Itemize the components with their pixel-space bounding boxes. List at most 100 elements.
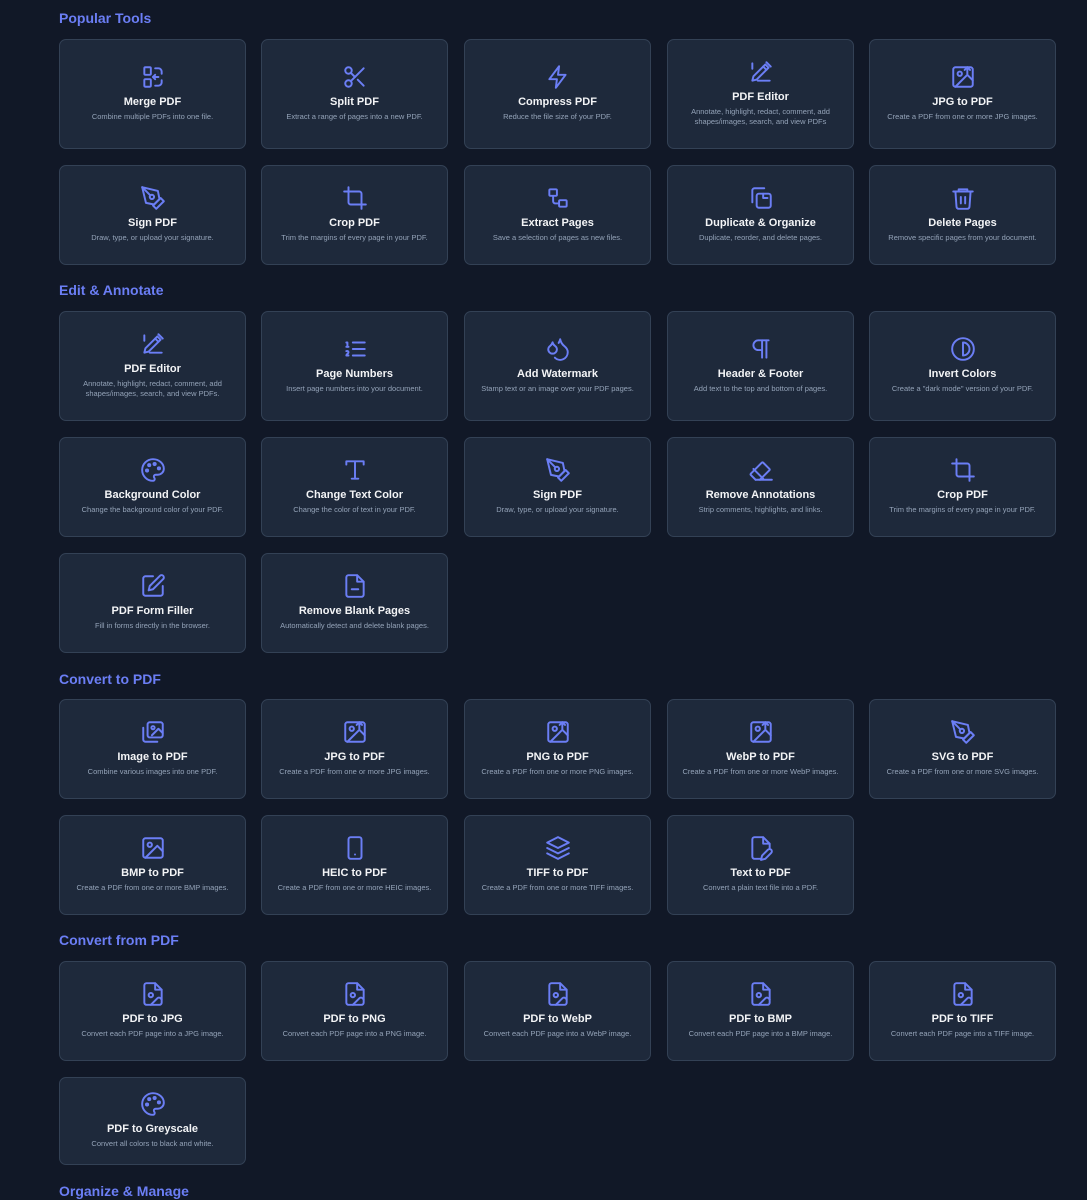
tool-card-title: Sign PDF: [533, 488, 582, 501]
palette-icon: [140, 457, 166, 483]
tool-card-pdf-editor[interactable]: PDF Editor Annotate, highlight, redact, c…: [667, 39, 854, 149]
image-upload-icon: [342, 719, 368, 745]
tool-card-description: Create a "dark mode" version of your PDF…: [891, 383, 1034, 393]
droplets-icon: [545, 336, 571, 362]
tool-card-description: Draw, type, or upload your signature.: [496, 504, 619, 514]
numbered-list-icon: [342, 336, 368, 362]
tool-card-crop-pdf[interactable]: Crop PDF Trim the margins of every page i…: [261, 165, 448, 265]
images-icon: [140, 719, 166, 745]
tool-card-title: Image to PDF: [117, 750, 188, 763]
tool-card-jpg-to-pdf[interactable]: JPG to PDF Create a PDF from one or more …: [261, 699, 448, 799]
tool-card-title: SVG to PDF: [931, 750, 994, 763]
tool-card-bmp-to-pdf[interactable]: BMP to PDF Create a PDF from one or more …: [59, 815, 246, 915]
copy-icon: [748, 185, 774, 211]
tool-card-extract-pages[interactable]: Extract Pages Save a selection of pages a…: [464, 165, 651, 265]
tool-card-title: Crop PDF: [937, 488, 988, 501]
tool-card-title: HEIC to PDF: [322, 866, 387, 879]
tool-row: Background Color Change the background co…: [59, 437, 1056, 537]
tool-row: Image to PDF Combine various images into …: [59, 699, 1056, 799]
tool-card-invert-colors[interactable]: Invert Colors Create a "dark mode" versio…: [869, 311, 1056, 421]
crop-icon: [950, 457, 976, 483]
tool-card-crop-pdf[interactable]: Crop PDF Trim the margins of every page i…: [869, 437, 1056, 537]
layers-icon: [545, 835, 571, 861]
tool-card-description: Convert each PDF page into a JPG image.: [81, 1028, 224, 1038]
tool-row: Merge PDF Combine multiple PDFs into one …: [59, 39, 1056, 149]
tool-card-change-text-color[interactable]: Change Text Color Change the color of tex…: [261, 437, 448, 537]
tool-card-background-color[interactable]: Background Color Change the background co…: [59, 437, 246, 537]
tool-card-description: Create a PDF from one or more PNG images…: [481, 766, 634, 776]
tool-card-header-footer[interactable]: Header & Footer Add text to the top and b…: [667, 311, 854, 421]
tool-card-description: Create a PDF from one or more JPG images…: [279, 766, 430, 776]
tool-card-description: Annotate, highlight, redact, comment, ad…: [691, 106, 830, 127]
contrast-icon: [950, 336, 976, 362]
tool-card-pdf-form-filler[interactable]: PDF Form Filler Fill in forms directly in…: [59, 553, 246, 653]
file-image-icon: [140, 981, 166, 1007]
tool-card-pdf-to-tiff[interactable]: PDF to TIFF Convert each PDF page into a …: [869, 961, 1056, 1061]
tool-card-title: Merge PDF: [123, 95, 182, 108]
tool-card-add-watermark[interactable]: Add Watermark Stamp text or an image over…: [464, 311, 651, 421]
tool-card-title: Extract Pages: [521, 216, 594, 229]
tool-card-description: Automatically detect and delete blank pa…: [280, 620, 429, 630]
tool-card-title: PDF to PNG: [323, 1012, 386, 1025]
tool-card-description: Create a PDF from one or more JPG images…: [887, 111, 1038, 121]
tool-card-remove-annotations[interactable]: Remove Annotations Strip comments, highli…: [667, 437, 854, 537]
tool-card-description: Convert each PDF page into a PNG image.: [282, 1028, 427, 1038]
tool-card-merge-pdf[interactable]: Merge PDF Combine multiple PDFs into one …: [59, 39, 246, 149]
tool-card-image-to-pdf[interactable]: Image to PDF Combine various images into …: [59, 699, 246, 799]
tool-card-description: Change the color of text in your PDF.: [293, 504, 416, 514]
tool-card-description: Convert each PDF page into a TIFF image.: [890, 1028, 1035, 1038]
tool-card-tiff-to-pdf[interactable]: TIFF to PDF Create a PDF from one or more…: [464, 815, 651, 915]
section-title-popular-tools: Popular Tools: [59, 10, 152, 26]
tool-card-pdf-to-jpg[interactable]: PDF to JPG Convert each PDF page into a J…: [59, 961, 246, 1061]
section-title-convert-from-pdf: Convert from PDF: [59, 932, 179, 948]
tool-card-compress-pdf[interactable]: Compress PDF Reduce the file size of your…: [464, 39, 651, 149]
tool-row: PDF to JPG Convert each PDF page into a J…: [59, 961, 1056, 1061]
tool-card-description: Convert each PDF page into a WebP image.: [483, 1028, 632, 1038]
file-minus-icon: [342, 573, 368, 599]
tool-card-description: Save a selection of pages as new files.: [492, 232, 623, 242]
tool-card-svg-to-pdf[interactable]: SVG to PDF Create a PDF from one or more …: [869, 699, 1056, 799]
eraser-icon: [748, 457, 774, 483]
tool-card-title: Duplicate & Organize: [705, 216, 816, 229]
tool-card-title: PDF Form Filler: [111, 604, 194, 617]
tool-card-pdf-to-webp[interactable]: PDF to WebP Convert each PDF page into a …: [464, 961, 651, 1061]
tool-card-page-numbers[interactable]: Page Numbers Insert page numbers into you…: [261, 311, 448, 421]
tool-row: BMP to PDF Create a PDF from one or more …: [59, 815, 1056, 915]
image-icon: [140, 835, 166, 861]
tool-card-delete-pages[interactable]: Delete Pages Remove specific pages from y…: [869, 165, 1056, 265]
tool-card-description: Draw, type, or upload your signature.: [91, 232, 214, 242]
trash-icon: [950, 185, 976, 211]
tool-card-description: Add text to the top and bottom of pages.: [693, 383, 828, 393]
tool-card-remove-blank-pages[interactable]: Remove Blank Pages Automatically detect a…: [261, 553, 448, 653]
square-pen-icon: [140, 573, 166, 599]
image-upload-icon: [950, 64, 976, 90]
tool-card-heic-to-pdf[interactable]: HEIC to PDF Create a PDF from one or more…: [261, 815, 448, 915]
tool-card-pdf-to-greyscale[interactable]: PDF to Greyscale Convert all colors to bl…: [59, 1077, 246, 1165]
tool-card-title: Invert Colors: [928, 367, 997, 380]
tool-card-description: Stamp text or an image over your PDF pag…: [481, 383, 634, 393]
tool-card-png-to-pdf[interactable]: PNG to PDF Create a PDF from one or more …: [464, 699, 651, 799]
tool-card-title: Sign PDF: [128, 216, 177, 229]
tool-card-webp-to-pdf[interactable]: WebP to PDF Create a PDF from one or more…: [667, 699, 854, 799]
scissors-icon: [342, 64, 368, 90]
tool-card-title: PDF to WebP: [523, 1012, 592, 1025]
tool-card-pdf-to-png[interactable]: PDF to PNG Convert each PDF page into a P…: [261, 961, 448, 1061]
tool-card-description: Create a PDF from one or more SVG images…: [886, 766, 1039, 776]
tool-card-text-to-pdf[interactable]: Text to PDF Convert a plain text file int…: [667, 815, 854, 915]
tool-card-sign-pdf[interactable]: Sign PDF Draw, type, or upload your signa…: [59, 165, 246, 265]
tool-card-description: Create a PDF from one or more BMP images…: [76, 882, 229, 892]
tool-card-title: Change Text Color: [306, 488, 403, 501]
tool-card-sign-pdf[interactable]: Sign PDF Draw, type, or upload your signa…: [464, 437, 651, 537]
tool-card-description: Annotate, highlight, redact, comment, ad…: [83, 378, 222, 399]
tool-card-jpg-to-pdf[interactable]: JPG to PDF Create a PDF from one or more …: [869, 39, 1056, 149]
image-upload-icon: [545, 719, 571, 745]
tool-card-pdf-to-bmp[interactable]: PDF to BMP Convert each PDF page into a B…: [667, 961, 854, 1061]
edit-pen-icon: [748, 59, 774, 85]
tool-card-description: Create a PDF from one or more TIFF image…: [481, 882, 634, 892]
tool-card-pdf-editor[interactable]: PDF Editor Annotate, highlight, redact, c…: [59, 311, 246, 421]
tool-card-title: PNG to PDF: [526, 750, 589, 763]
tool-card-split-pdf[interactable]: Split PDF Extract a range of pages into a…: [261, 39, 448, 149]
file-image-icon: [545, 981, 571, 1007]
tool-card-description: Combine various images into one PDF.: [87, 766, 218, 776]
tool-card-duplicate-organize[interactable]: Duplicate & Organize Duplicate, reorder, …: [667, 165, 854, 265]
